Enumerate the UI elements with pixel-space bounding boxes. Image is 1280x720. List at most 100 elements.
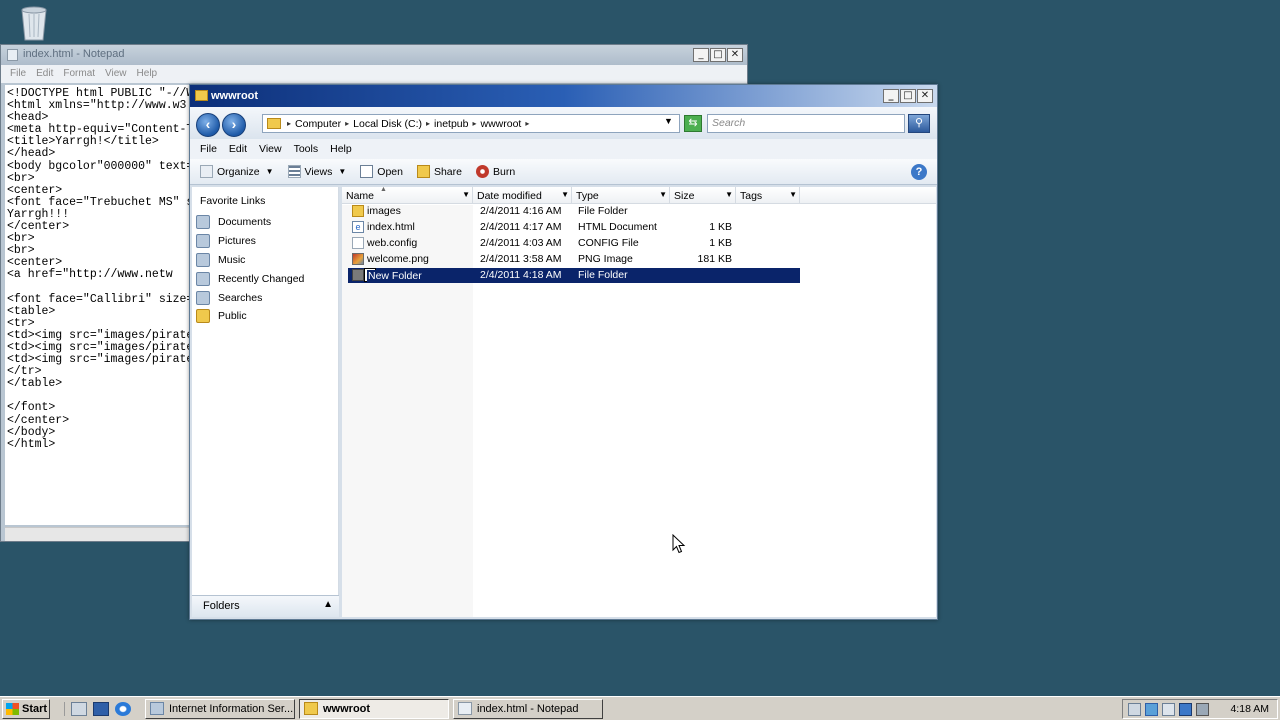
refresh-button[interactable]: ⇆: [684, 115, 702, 132]
explorer-window[interactable]: wwwroot _ □ ✕ ‹ › ▸ Computer ▸ Local Dis…: [189, 84, 938, 620]
sort-up-icon: ▲: [380, 186, 387, 193]
folders-toggle[interactable]: Folders ▲: [192, 595, 339, 617]
search-input[interactable]: Search: [707, 114, 905, 133]
file-date: 2/4/2011 4:17 AM: [480, 221, 562, 233]
file-row[interactable]: e index.html 2/4/2011 4:17 AM HTML Docum…: [348, 220, 800, 235]
file-type: PNG Image: [578, 253, 633, 265]
nav-item-label: Recently Changed: [218, 272, 305, 285]
file-size: 1 KB: [709, 237, 732, 249]
burn-button[interactable]: Burn: [476, 165, 515, 178]
explorer-title: wwwroot: [211, 90, 259, 102]
breadcrumb-local-disk[interactable]: Local Disk (C:): [349, 118, 426, 130]
explorer-titlebar[interactable]: wwwroot _ □ ✕: [190, 85, 937, 107]
rename-input[interactable]: New Folder: [364, 268, 423, 282]
nav-item-recently-changed[interactable]: Recently Changed: [192, 269, 338, 288]
documents-icon: [196, 215, 210, 230]
search-button[interactable]: ⚲: [908, 114, 930, 133]
quick-launch: [64, 701, 131, 716]
forward-button[interactable]: ›: [222, 113, 246, 137]
column-dropdown-icon[interactable]: ▼: [462, 190, 470, 199]
views-icon: [287, 165, 301, 178]
tray-monitor-icon[interactable]: [1162, 702, 1175, 716]
taskbar-button-wwwroot[interactable]: wwwroot: [299, 698, 449, 719]
menu-file[interactable]: File: [5, 65, 31, 83]
open-button[interactable]: Open: [360, 165, 403, 178]
menu-file[interactable]: File: [195, 139, 224, 159]
recycle-bin-icon[interactable]: [14, 2, 54, 42]
file-date: 2/4/2011 4:16 AM: [480, 205, 562, 217]
start-button[interactable]: Start: [2, 698, 50, 719]
chevron-down-icon: ▼: [265, 167, 274, 176]
file-date: 2/4/2011 3:58 AM: [480, 253, 562, 265]
column-header-tags[interactable]: Tags ▼: [736, 187, 800, 204]
column-header-name[interactable]: Name ▲ ▼: [342, 186, 473, 204]
breadcrumb-wwwroot[interactable]: wwwroot: [476, 118, 525, 130]
minimize-button[interactable]: _: [883, 89, 899, 103]
breadcrumb-computer[interactable]: Computer: [291, 118, 345, 130]
taskbar: Start Internet Information Ser... wwwroo…: [0, 696, 1280, 720]
taskbar-button-notepad[interactable]: index.html - Notepad: [453, 698, 603, 719]
column-header-date[interactable]: Date modified ▼: [473, 187, 572, 204]
menu-help[interactable]: Help: [325, 139, 359, 159]
show-desktop-icon[interactable]: [93, 701, 109, 716]
column-dropdown-icon[interactable]: ▼: [725, 190, 733, 199]
column-header-type[interactable]: Type ▼: [572, 187, 670, 204]
chevron-up-icon: ▲: [323, 599, 333, 610]
share-button[interactable]: Share: [416, 165, 462, 178]
organize-button[interactable]: Organize ▼: [200, 165, 274, 178]
close-button[interactable]: ✕: [727, 48, 743, 62]
chevron-down-icon: ▼: [338, 167, 347, 176]
views-button[interactable]: Views ▼: [287, 165, 347, 178]
column-header-size[interactable]: Size ▼: [670, 187, 736, 204]
taskbar-button-iis[interactable]: Internet Information Ser...: [145, 698, 295, 719]
burn-icon: [476, 165, 489, 178]
volume-icon[interactable]: [1196, 702, 1209, 716]
menu-help[interactable]: Help: [132, 65, 163, 83]
address-dropdown-icon[interactable]: ▼: [664, 116, 673, 126]
maximize-button[interactable]: □: [900, 89, 916, 103]
menu-format[interactable]: Format: [58, 65, 100, 83]
back-button[interactable]: ‹: [196, 113, 220, 137]
start-label: Start: [22, 702, 48, 715]
column-label: Date modified: [477, 190, 542, 202]
address-toolbar: ‹ › ▸ Computer ▸ Local Disk (C:) ▸ inetp…: [190, 107, 937, 139]
mouse-cursor-icon: [672, 534, 686, 554]
folder-icon: [352, 269, 364, 281]
file-row-selected[interactable]: New Folder 2/4/2011 4:18 AM File Folder: [348, 268, 800, 283]
nav-item-documents[interactable]: Documents: [192, 213, 338, 232]
notepad-icon: [458, 702, 472, 715]
nav-item-music[interactable]: Music: [192, 251, 338, 270]
nav-item-label: Music: [218, 253, 246, 266]
menu-view[interactable]: View: [254, 139, 289, 159]
network-connection-icon[interactable]: [1179, 702, 1192, 716]
server-manager-icon[interactable]: [71, 701, 87, 716]
internet-explorer-icon[interactable]: [115, 701, 131, 716]
column-dropdown-icon[interactable]: ▼: [789, 190, 797, 199]
clock[interactable]: 4:18 AM: [1230, 703, 1269, 715]
menu-tools[interactable]: Tools: [289, 139, 326, 159]
column-dropdown-icon[interactable]: ▼: [561, 190, 569, 199]
address-bar[interactable]: ▸ Computer ▸ Local Disk (C:) ▸ inetpub ▸…: [262, 114, 680, 133]
help-icon[interactable]: ?: [911, 164, 927, 180]
navigation-pane: Favorite Links Documents Pictures Music …: [192, 187, 339, 617]
file-list[interactable]: Name ▲ ▼ Date modified ▼ Type ▼ Size ▼ T…: [342, 186, 936, 617]
tray-app-icon[interactable]: [1128, 702, 1141, 716]
file-row[interactable]: welcome.png 2/4/2011 3:58 AM PNG Image 1…: [348, 252, 800, 267]
breadcrumb-inetpub[interactable]: inetpub: [430, 118, 472, 130]
column-dropdown-icon[interactable]: ▼: [659, 190, 667, 199]
minimize-button[interactable]: _: [693, 48, 709, 62]
notepad-titlebar[interactable]: index.html - Notepad _ □ ✕: [1, 45, 747, 65]
file-row[interactable]: images 2/4/2011 4:16 AM File Folder: [348, 204, 800, 219]
nav-item-searches[interactable]: Searches: [192, 288, 338, 307]
maximize-button[interactable]: □: [710, 48, 726, 62]
network-icon[interactable]: [1145, 702, 1158, 716]
nav-item-label: Public: [218, 310, 247, 323]
menu-edit[interactable]: Edit: [31, 65, 58, 83]
nav-item-pictures[interactable]: Pictures: [192, 232, 338, 251]
nav-item-public[interactable]: Public: [192, 307, 338, 326]
file-row[interactable]: web.config 2/4/2011 4:03 AM CONFIG File …: [348, 236, 800, 251]
breadcrumb-separator-icon[interactable]: ▸: [525, 119, 529, 128]
menu-view[interactable]: View: [100, 65, 132, 83]
close-button[interactable]: ✕: [917, 89, 933, 103]
menu-edit[interactable]: Edit: [224, 139, 254, 159]
